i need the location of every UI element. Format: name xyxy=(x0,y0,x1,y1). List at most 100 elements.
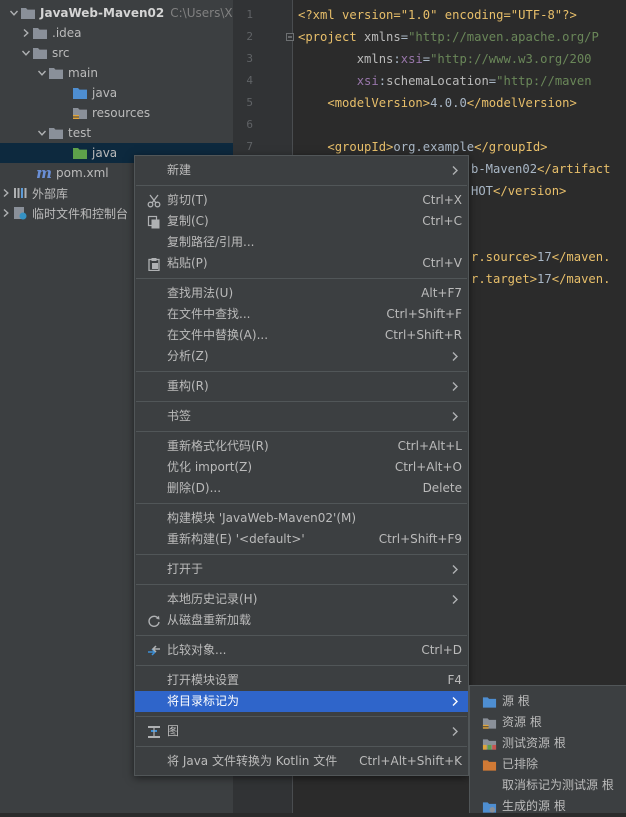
menu-separator xyxy=(136,554,467,555)
tree-item-src[interactable]: src xyxy=(0,43,233,63)
library-icon xyxy=(12,185,28,201)
menu-item-copy-path[interactable]: 复制路径/引用... xyxy=(135,232,468,253)
chevron-right-icon xyxy=(452,565,458,574)
chevron-right-icon xyxy=(452,595,458,604)
tree-item-label: 外部库 xyxy=(32,186,69,201)
tree-item-label: java xyxy=(92,146,118,160)
code-line-1: <?xml version="1.0" encoding="UTF-8"?> xyxy=(298,8,577,22)
excluded-icon xyxy=(482,757,497,772)
compare-icon xyxy=(146,643,161,658)
tree-item-label: .idea xyxy=(52,26,82,40)
resources-folder-icon xyxy=(72,105,88,121)
reload-icon xyxy=(146,613,161,628)
code-line-12: r.source>17</maven. xyxy=(471,250,611,264)
menu-item-compare-with[interactable]: 比较对象... Ctrl+D xyxy=(135,640,468,661)
menu-item-optimize-imports[interactable]: 优化 import(Z) Ctrl+Alt+O xyxy=(135,457,468,478)
menu-separator xyxy=(136,185,467,186)
tree-item-label: resources xyxy=(92,106,151,120)
menu-item-build-module[interactable]: 构建模块 'JavaWeb-Maven02'(M) xyxy=(135,508,468,529)
chevron-right-icon xyxy=(452,697,458,706)
tree-item-main-java[interactable]: java xyxy=(0,83,233,103)
submenu-item-excluded[interactable]: 已排除 xyxy=(470,754,626,775)
tree-item-label: pom.xml xyxy=(56,166,109,180)
menu-item-rebuild[interactable]: 重新构建(E) '<default>' Ctrl+Shift+F9 xyxy=(135,529,468,550)
menu-separator xyxy=(136,716,467,717)
submenu-item-generated-sources-root[interactable]: 生成的源 根 xyxy=(470,796,626,817)
context-menu: 新建 剪切(T) Ctrl+X 复制(C) Ctrl+C 复制路径/引用... … xyxy=(134,155,469,776)
chevron-right-icon[interactable] xyxy=(0,183,12,203)
menu-item-new[interactable]: 新建 xyxy=(135,160,468,181)
menu-item-replace-in-files[interactable]: 在文件中替换(A)... Ctrl+Shift+R xyxy=(135,325,468,346)
tree-item-test[interactable]: test xyxy=(0,123,233,143)
submenu-item-test-resources-root[interactable]: 测试资源 根 xyxy=(470,733,626,754)
menu-item-mark-directory-as[interactable]: 将目录标记为 xyxy=(135,691,468,712)
chevron-down-icon[interactable] xyxy=(36,63,48,83)
folder-icon xyxy=(32,25,48,41)
tree-item-idea[interactable]: .idea xyxy=(0,23,233,43)
menu-item-refactor[interactable]: 重构(R) xyxy=(135,376,468,397)
menu-item-diagrams[interactable]: 图 xyxy=(135,721,468,742)
code-line-2: <project xmlns="http://maven.apache.org/… xyxy=(298,30,599,44)
code-line-9: HOT</version> xyxy=(471,184,567,198)
tree-item-label: src xyxy=(52,46,70,60)
menu-item-open-in[interactable]: 打开于 xyxy=(135,559,468,580)
folder-icon xyxy=(32,45,48,61)
folder-icon xyxy=(48,125,64,141)
chevron-right-icon xyxy=(452,352,458,361)
menu-item-cut[interactable]: 剪切(T) Ctrl+X xyxy=(135,190,468,211)
scratches-icon xyxy=(12,205,28,221)
menu-item-paste[interactable]: 粘贴(P) Ctrl+V xyxy=(135,253,468,274)
code-line-8: b-Maven02</artifact xyxy=(471,162,611,176)
test-folder-icon xyxy=(72,145,88,161)
menu-separator xyxy=(136,746,467,747)
menu-separator xyxy=(136,584,467,585)
menu-separator xyxy=(136,503,467,504)
chevron-right-icon xyxy=(452,412,458,421)
chevron-down-icon[interactable] xyxy=(20,43,32,63)
menu-item-copy[interactable]: 复制(C) Ctrl+C xyxy=(135,211,468,232)
tree-item-resources[interactable]: resources xyxy=(0,103,233,123)
cut-icon xyxy=(146,193,161,208)
submenu-item-sources-root[interactable]: 源 根 xyxy=(470,691,626,712)
generated-sources-root-icon xyxy=(482,799,497,814)
menu-item-analyze[interactable]: 分析(Z) xyxy=(135,346,468,367)
copy-icon xyxy=(146,214,161,229)
tree-item-main[interactable]: main xyxy=(0,63,233,83)
menu-item-find-in-files[interactable]: 在文件中查找... Ctrl+Shift+F xyxy=(135,304,468,325)
code-line-5: <modelVersion>4.0.0</modelVersion> xyxy=(327,96,577,110)
menu-item-reload-from-disk[interactable]: 从磁盘重新加载 xyxy=(135,610,468,631)
chevron-down-icon[interactable] xyxy=(8,3,20,23)
menu-item-delete[interactable]: 删除(D)... Delete xyxy=(135,478,468,499)
chevron-down-icon[interactable] xyxy=(36,123,48,143)
tree-item-project[interactable]: JavaWeb-Maven02 C:\Users\XIA xyxy=(0,3,233,23)
tree-item-label: 临时文件和控制台 xyxy=(32,206,129,221)
line-number: 6 xyxy=(246,118,253,131)
menu-item-local-history[interactable]: 本地历史记录(H) xyxy=(135,589,468,610)
line-number: 4 xyxy=(246,74,253,87)
project-path: C:\Users\XIA xyxy=(170,6,233,20)
code-line-13: r.target>17</maven. xyxy=(471,272,611,286)
line-number: 1 xyxy=(246,8,253,21)
menu-separator xyxy=(136,635,467,636)
chevron-right-icon[interactable] xyxy=(0,203,12,223)
fold-icon[interactable] xyxy=(286,33,294,41)
diagram-icon xyxy=(146,724,161,739)
menu-item-open-module-settings[interactable]: 打开模块设置 F4 xyxy=(135,670,468,691)
tree-item-label: test xyxy=(68,126,92,140)
menu-item-convert-java-to-kotlin[interactable]: 将 Java 文件转换为 Kotlin 文件 Ctrl+Alt+Shift+K xyxy=(135,751,468,772)
menu-separator xyxy=(136,401,467,402)
menu-item-find-usages[interactable]: 查找用法(U) Alt+F7 xyxy=(135,283,468,304)
code-line-4: xsi:schemaLocation="http://maven xyxy=(356,74,592,88)
chevron-right-icon[interactable] xyxy=(20,23,32,43)
submenu-item-unmark-test-sources-root[interactable]: 取消标记为测试源 根 xyxy=(470,775,626,796)
sources-root-icon xyxy=(482,694,497,709)
line-number: 2 xyxy=(246,30,253,43)
folder-icon xyxy=(48,65,64,81)
menu-separator xyxy=(136,431,467,432)
submenu-item-resources-root[interactable]: 资源 根 xyxy=(470,712,626,733)
tree-item-label: main xyxy=(68,66,98,80)
menu-item-bookmarks[interactable]: 书签 xyxy=(135,406,468,427)
chevron-right-icon xyxy=(452,382,458,391)
maven-icon: m xyxy=(36,164,52,182)
menu-item-reformat-code[interactable]: 重新格式化代码(R) Ctrl+Alt+L xyxy=(135,436,468,457)
